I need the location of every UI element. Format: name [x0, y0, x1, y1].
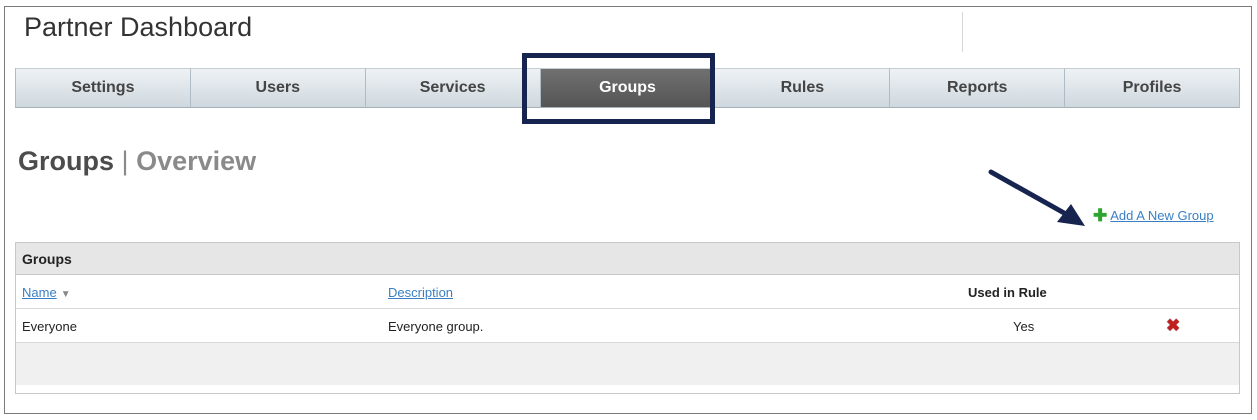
used-in-rule-column-header: Used in Rule — [968, 285, 1047, 300]
heading-separator: | — [121, 146, 129, 176]
table-title: Groups — [16, 243, 1239, 275]
tab-settings[interactable]: Settings — [15, 68, 191, 108]
delete-icon[interactable]: ✖ — [1166, 316, 1180, 336]
table-header-row: Name ▼ Description Used in Rule — [16, 275, 1239, 309]
name-column-header[interactable]: Name ▼ — [22, 285, 71, 300]
group-name-cell: Everyone — [22, 319, 77, 334]
app-title: Partner Dashboard — [24, 12, 253, 42]
pointer-arrow-icon — [988, 169, 1085, 226]
tab-users[interactable]: Users — [190, 68, 366, 108]
plus-icon: ✚ — [1093, 206, 1108, 225]
empty-table-row — [16, 343, 1239, 385]
group-description-cell: Everyone group. — [388, 319, 484, 334]
groups-tab-highlight-box — [522, 53, 715, 124]
tab-profiles[interactable]: Profiles — [1065, 68, 1241, 108]
page-subtitle: Overview — [136, 146, 257, 176]
tab-reports[interactable]: Reports — [890, 68, 1066, 108]
name-sort-link[interactable]: Name — [22, 285, 57, 300]
add-group-action[interactable]: ✚ Add A New Group — [1093, 206, 1214, 225]
description-column-header[interactable]: Description — [388, 285, 453, 300]
page-title: Groups — [18, 146, 115, 176]
add-new-group-link[interactable]: Add A New Group — [1110, 208, 1213, 223]
description-sort-link[interactable]: Description — [388, 285, 453, 300]
group-used-cell: Yes — [1013, 319, 1035, 334]
sort-desc-icon: ▼ — [60, 289, 71, 300]
tab-rules[interactable]: Rules — [715, 68, 891, 108]
tab-services[interactable]: Services — [365, 68, 541, 108]
groups-table-panel: Groups Name ▼ Description Used in Rule Ev… — [15, 242, 1240, 394]
page-heading: Groups | Overview — [18, 146, 256, 177]
header-divider — [962, 12, 963, 52]
table-row: Everyone Everyone group. Yes ✖ — [16, 309, 1239, 343]
